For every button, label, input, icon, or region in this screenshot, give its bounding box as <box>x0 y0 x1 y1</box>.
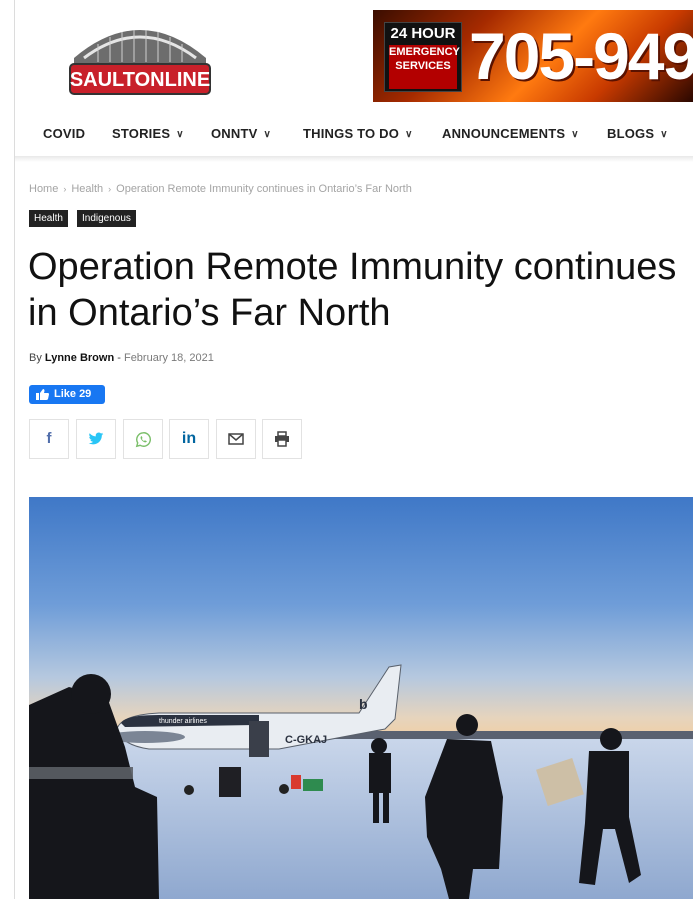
facebook-icon: f <box>46 430 52 447</box>
article-title: Operation Remote Immunity continues in O… <box>28 246 677 334</box>
author-link[interactable]: Lynne Brown <box>45 352 114 364</box>
nav-item-stories[interactable]: STORIES ∨ <box>112 126 184 141</box>
breadcrumb-current[interactable]: Operation Remote Immunity continues in O… <box>116 183 412 195</box>
breadcrumb-health[interactable]: Health <box>71 183 103 195</box>
tag-health[interactable]: Health <box>29 210 68 227</box>
nav-label: ANNOUNCEMENTS <box>442 126 566 141</box>
byline-by: By <box>29 352 42 364</box>
ad-badge: 24 HOUR EMERGENCY SERVICES <box>384 22 462 92</box>
publish-date: February 18, 2021 <box>123 352 214 364</box>
chevron-down-icon: ∨ <box>176 129 184 140</box>
like-count-label: Like 29 <box>54 388 92 400</box>
nav-label: BLOGS <box>607 126 655 141</box>
article-byline: By Lynne Brown - February 18, 2021 <box>29 352 214 364</box>
main-nav: COVID STORIES ∨ ONNTV ∨ THINGS TO DO ∨ ANNO… <box>15 116 693 154</box>
tail-logo: b <box>359 696 368 712</box>
chevron-down-icon: ∨ <box>660 129 668 140</box>
article-featured-image: thunder airlines C-GKAJ b <box>29 497 693 899</box>
ad-line2: EMERGENCY SERVICES <box>389 45 460 89</box>
twitter-icon <box>88 432 104 445</box>
byline-dash: - <box>117 352 121 364</box>
site-logo[interactable]: SAULTONLINE <box>68 14 212 96</box>
chevron-down-icon: ∨ <box>263 129 272 140</box>
tag-indigenous[interactable]: Indigenous <box>77 210 136 227</box>
ad-phone-number: 705-949-9 <box>469 19 693 93</box>
share-email-button[interactable] <box>216 419 256 459</box>
share-whatsapp-button[interactable] <box>123 419 163 459</box>
nav-item-covid[interactable]: COVID <box>43 126 85 141</box>
aircraft-registration: C-GKAJ <box>285 734 327 746</box>
email-icon <box>228 433 244 445</box>
chevron-down-icon: ∨ <box>405 129 413 140</box>
share-print-button[interactable] <box>262 419 302 459</box>
nav-label: THINGS TO DO <box>303 126 400 141</box>
logo-text: SAULTONLINE <box>70 69 210 91</box>
nav-divider <box>15 156 693 162</box>
nav-item-onntv[interactable]: ONNTV ∨ <box>211 126 271 141</box>
share-linkedin-button[interactable]: in <box>169 419 209 459</box>
airline-text: thunder airlines <box>159 718 207 725</box>
nav-item-things-to-do[interactable]: THINGS TO DO ∨ <box>303 126 413 141</box>
breadcrumb-separator: › <box>63 184 67 194</box>
nav-item-announcements[interactable]: ANNOUNCEMENTS ∨ <box>442 126 579 141</box>
whatsapp-icon <box>135 432 151 448</box>
emergency-services-ad[interactable]: 24 HOUR EMERGENCY SERVICES 705-949-9 <box>373 10 693 102</box>
breadcrumb-separator: › <box>108 184 112 194</box>
print-icon <box>275 431 289 447</box>
breadcrumb: Home › Health › Operation Remote Immunity co… <box>29 183 412 195</box>
nav-label: ONNTV <box>211 126 258 141</box>
chevron-down-icon: ∨ <box>571 129 579 140</box>
share-facebook-button[interactable]: f <box>29 419 69 459</box>
nav-label: STORIES <box>112 126 171 141</box>
ad-line1: 24 HOUR <box>390 25 456 42</box>
nav-label: COVID <box>43 126 86 141</box>
thumbs-up-icon <box>36 389 49 400</box>
facebook-like-button[interactable]: Like 29 <box>29 385 105 404</box>
nav-item-blogs[interactable]: BLOGS ∨ <box>607 126 668 141</box>
linkedin-icon: in <box>181 430 197 447</box>
share-twitter-button[interactable] <box>76 419 116 459</box>
breadcrumb-home[interactable]: Home <box>29 183 58 195</box>
